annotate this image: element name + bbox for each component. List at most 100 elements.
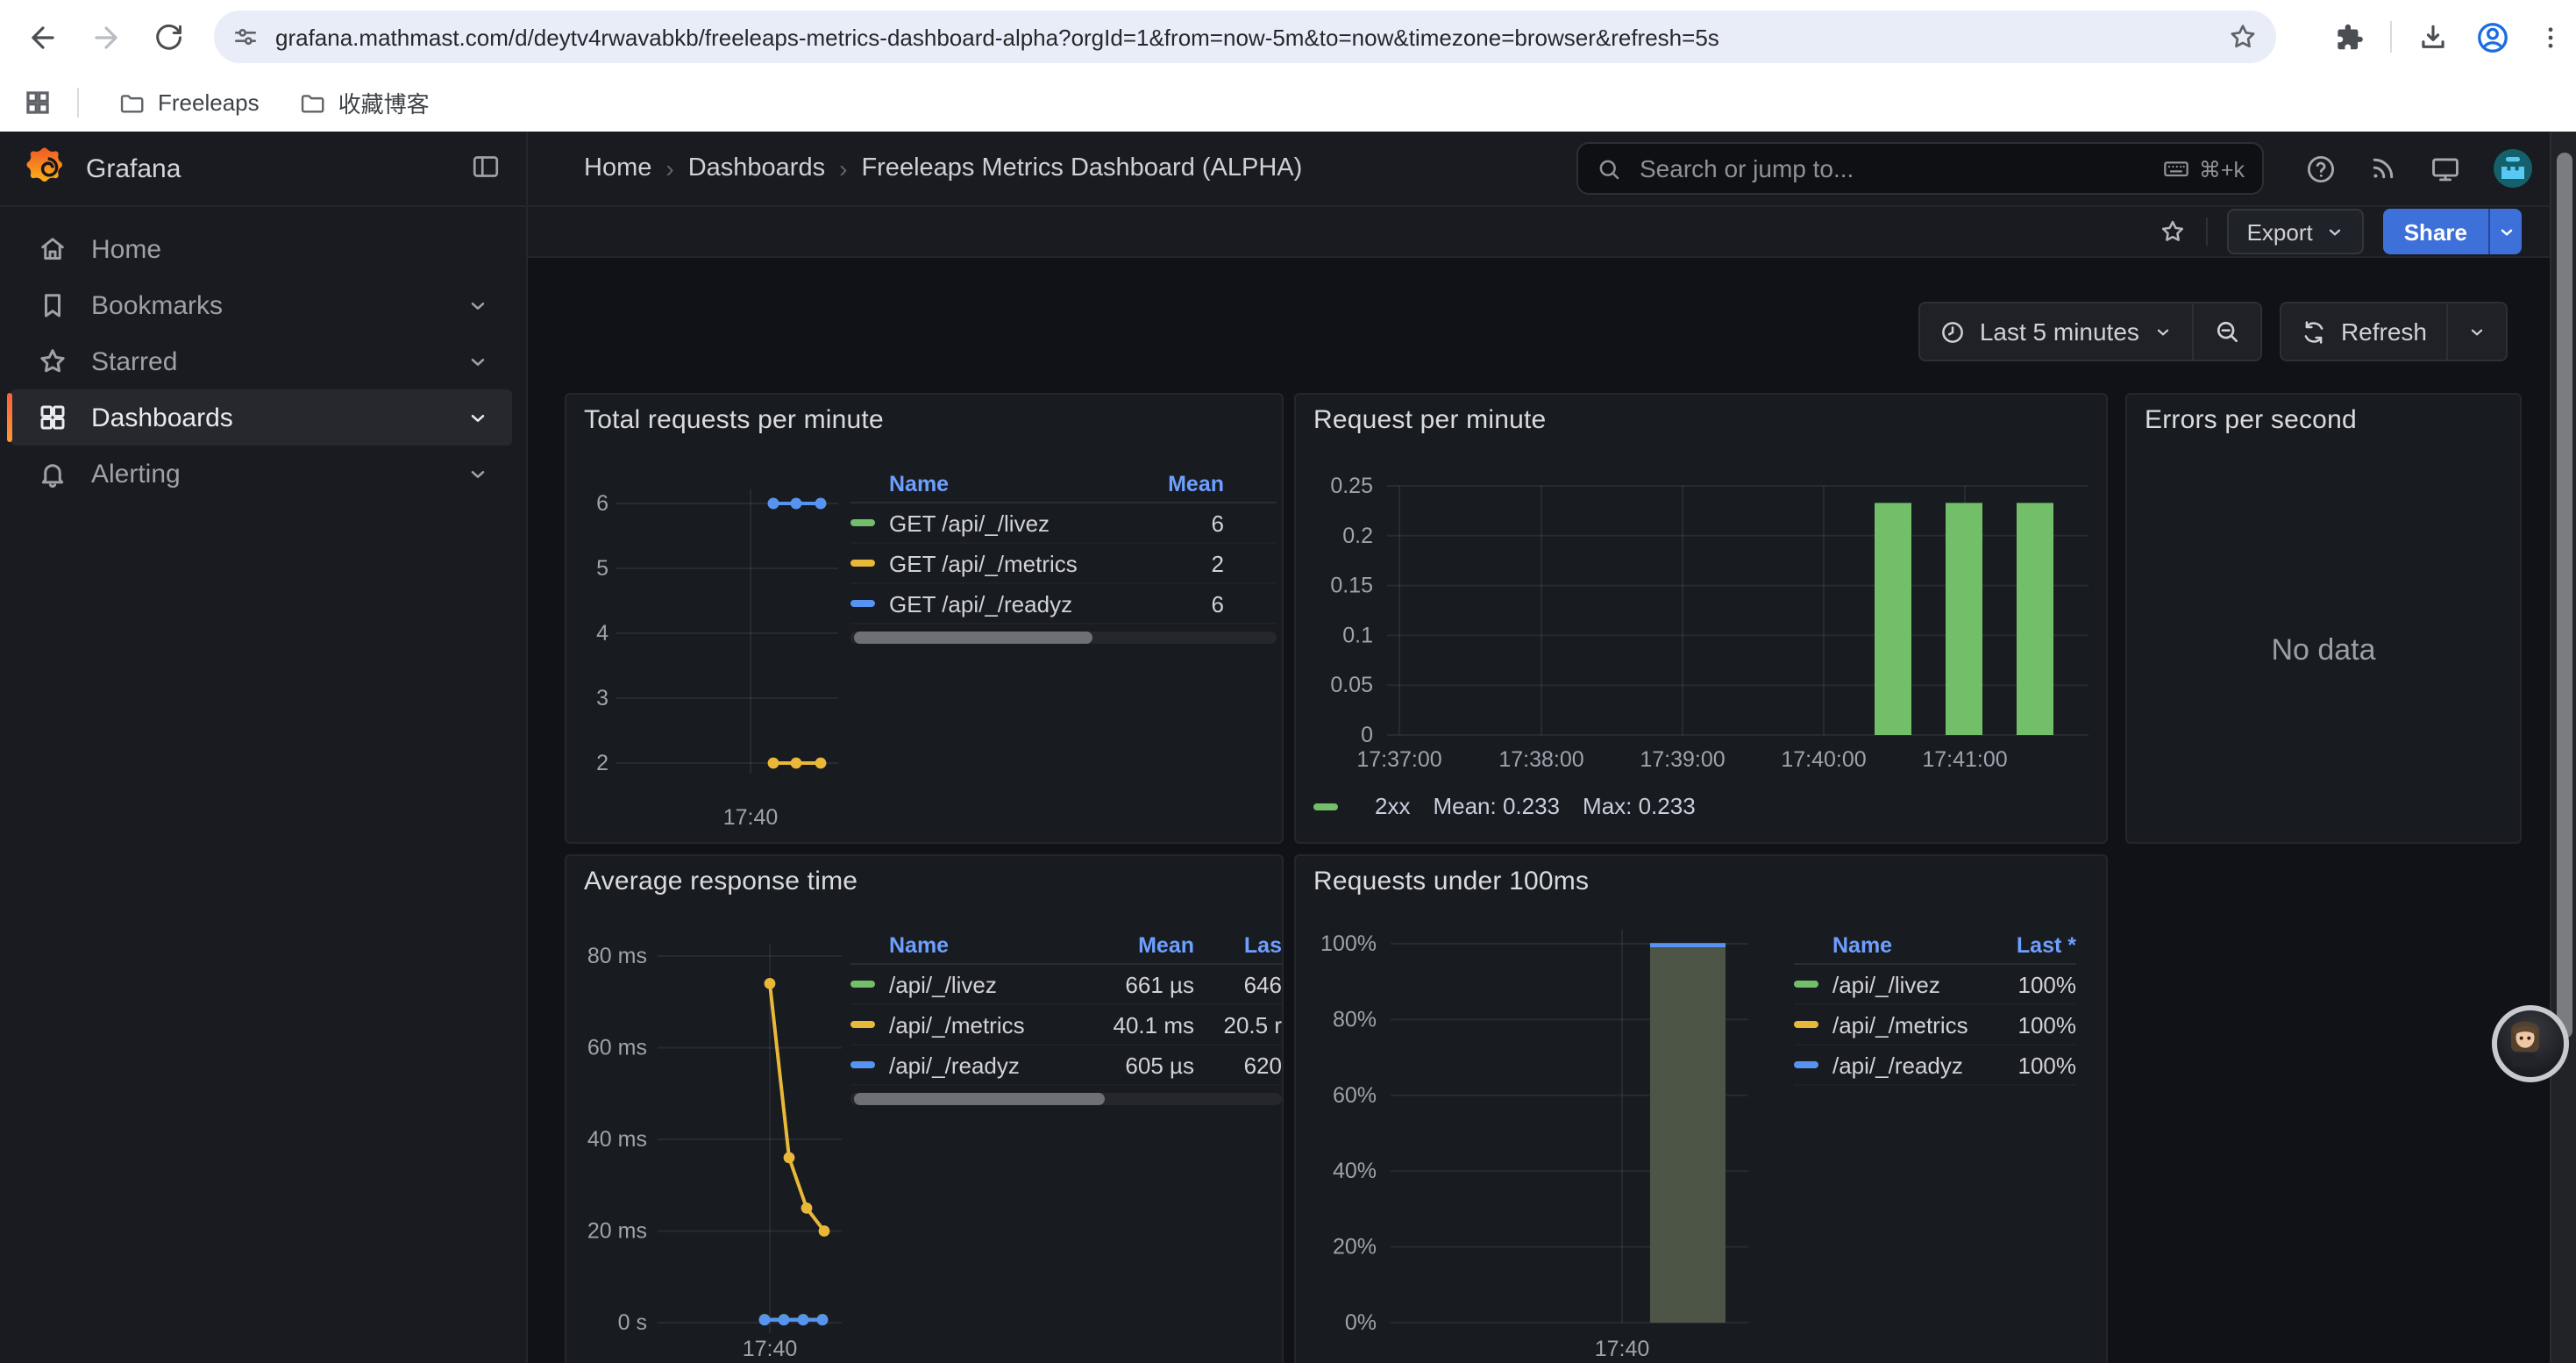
browser-menu-icon[interactable] [2536, 22, 2565, 52]
table-scrollbar-thumb[interactable] [854, 632, 1092, 644]
legend-row[interactable]: GET /api/_/readyz6 [850, 584, 1277, 624]
sidebar-item-starred[interactable]: Starred [11, 333, 512, 389]
sidebar-item-home[interactable]: Home [11, 221, 512, 277]
svg-text:5: 5 [596, 556, 608, 581]
page-scrollbar[interactable] [2550, 132, 2576, 1363]
chevron-down-icon [2467, 322, 2487, 341]
svg-text:60%: 60% [1333, 1083, 1377, 1108]
dashboard-toolbar: Export Share [528, 207, 2550, 258]
bookmark-label: Freeleaps [158, 89, 260, 116]
header-actions [2304, 147, 2534, 189]
chevron-down-icon[interactable] [466, 294, 489, 317]
kiosk-monitor-icon[interactable] [2429, 152, 2462, 185]
bookmark-item[interactable]: Freeleaps [117, 89, 260, 117]
news-rss-icon[interactable] [2367, 153, 2399, 184]
apps-grid-icon[interactable] [23, 88, 53, 118]
time-range-group: Last 5 minutes [1918, 302, 2262, 361]
downloads-icon[interactable] [2416, 20, 2450, 54]
reload-icon [153, 21, 184, 53]
profile-icon[interactable] [2474, 18, 2511, 55]
series-name: GET /api/_/metrics [889, 550, 1147, 576]
favorite-star-icon[interactable] [2160, 218, 2188, 246]
grafana-brand[interactable]: Grafana [25, 146, 181, 191]
breadcrumb-home[interactable]: Home [584, 154, 651, 182]
sidebar-item-bookmarks[interactable]: Bookmarks [11, 277, 512, 333]
series-name: /api/_/readyz [889, 1052, 1082, 1078]
refresh-interval-button[interactable] [2446, 303, 2506, 360]
legend-row[interactable]: /api/_/readyz605 µs620 [850, 1045, 1282, 1086]
url-text[interactable]: grafana.mathmast.com/d/deytv4rwavabkb/fr… [275, 24, 2227, 50]
series-color-swatch [1313, 803, 1338, 810]
series-value: 40.1 ms [1082, 1011, 1194, 1038]
legend-row[interactable]: GET /api/_/livez6 [850, 503, 1277, 544]
home-icon [37, 233, 68, 265]
share-button-group: Share [2383, 209, 2522, 254]
bookmark-item[interactable]: 收藏博客 [298, 86, 430, 119]
bookmark-star-icon[interactable] [2227, 21, 2259, 53]
site-settings-icon[interactable] [231, 23, 260, 51]
svg-text:2: 2 [596, 751, 608, 775]
breadcrumb-separator: › [665, 154, 673, 182]
svg-text:17:41:00: 17:41:00 [1922, 747, 2007, 772]
svg-text:80 ms: 80 ms [587, 944, 647, 968]
table-scrollbar[interactable] [850, 1093, 1282, 1105]
svg-text:17:40: 17:40 [743, 1337, 798, 1361]
legend-row[interactable]: /api/_/readyz100% [1794, 1045, 2076, 1086]
browser-forward-button[interactable] [81, 12, 130, 61]
refresh-button[interactable]: Refresh [2281, 303, 2446, 360]
browser-reload-button[interactable] [144, 12, 193, 61]
breadcrumb-separator: › [839, 154, 847, 182]
browser-back-button[interactable] [18, 12, 67, 61]
series-value: 6 [1147, 590, 1224, 617]
table-scrollbar-thumb[interactable] [854, 1093, 1104, 1105]
series-name: /api/_/metrics [889, 1011, 1082, 1038]
svg-text:80%: 80% [1333, 1007, 1377, 1031]
legend-table-header: NameLast * [1794, 926, 2076, 965]
chart-legend[interactable]: 2xxMean: 0.233Max: 0.233 [1313, 793, 1696, 819]
sidebar: HomeBookmarksStarred Dashboards Alerting [0, 207, 526, 1363]
toolbar-divider [2390, 21, 2392, 53]
chevron-down-icon[interactable] [466, 406, 489, 429]
assistant-avatar[interactable] [2492, 1005, 2569, 1082]
sidebar-item-label: Dashboards [91, 403, 233, 432]
share-button[interactable]: Share [2383, 209, 2488, 254]
chevron-down-icon[interactable] [466, 462, 489, 485]
sidebar-border [526, 132, 528, 1363]
dock-menu-icon[interactable] [470, 151, 502, 182]
sidebar-item-alerting[interactable]: Alerting [11, 446, 512, 502]
extensions-icon[interactable] [2332, 20, 2366, 54]
series-color-swatch [850, 981, 875, 988]
series-value: 661 µs [1082, 971, 1194, 997]
sidebar-item-dashboards[interactable]: Dashboards [11, 389, 512, 446]
help-icon[interactable] [2304, 152, 2338, 185]
svg-text:17:38:00: 17:38:00 [1498, 747, 1583, 772]
share-menu-button[interactable] [2488, 209, 2522, 254]
export-button[interactable]: Export [2228, 209, 2364, 254]
svg-text:60 ms: 60 ms [587, 1036, 647, 1060]
time-range-picker[interactable]: Last 5 minutes [1920, 303, 2192, 360]
legend-row[interactable]: /api/_/metrics40.1 ms20.5 r [850, 1005, 1282, 1045]
breadcrumb-dashboards[interactable]: Dashboards [688, 154, 825, 182]
svg-text:40 ms: 40 ms [587, 1127, 647, 1152]
chevron-down-icon[interactable] [466, 350, 489, 373]
svg-text:17:40: 17:40 [723, 805, 779, 830]
panel-title[interactable]: Errors per second [2145, 405, 2520, 435]
legend-row[interactable]: /api/_/livez661 µs646 [850, 965, 1282, 1005]
table-scrollbar[interactable] [850, 632, 1277, 644]
search-input[interactable] [1636, 153, 2148, 184]
refresh-icon [2301, 318, 2327, 345]
bookmark-label: 收藏博客 [338, 86, 430, 119]
legend-row[interactable]: GET /api/_/metrics2 [850, 544, 1277, 584]
series-value: 2 [1147, 550, 1224, 576]
grafana-logo-icon [25, 146, 70, 191]
zoom-out-button[interactable] [2192, 303, 2260, 360]
browser-toolbar: grafana.mathmast.com/d/deytv4rwavabkb/fr… [0, 0, 2576, 74]
scrollbar-thumb[interactable] [2557, 153, 2572, 1038]
search-box[interactable]: ⌘+k [1576, 142, 2264, 195]
legend-row[interactable]: /api/_/metrics100% [1794, 1005, 2076, 1045]
series-color-swatch [850, 600, 875, 607]
search-icon [1596, 155, 1622, 182]
address-bar[interactable]: grafana.mathmast.com/d/deytv4rwavabkb/fr… [214, 11, 2276, 63]
user-avatar[interactable] [2492, 147, 2534, 189]
legend-row[interactable]: /api/_/livez100% [1794, 965, 2076, 1005]
